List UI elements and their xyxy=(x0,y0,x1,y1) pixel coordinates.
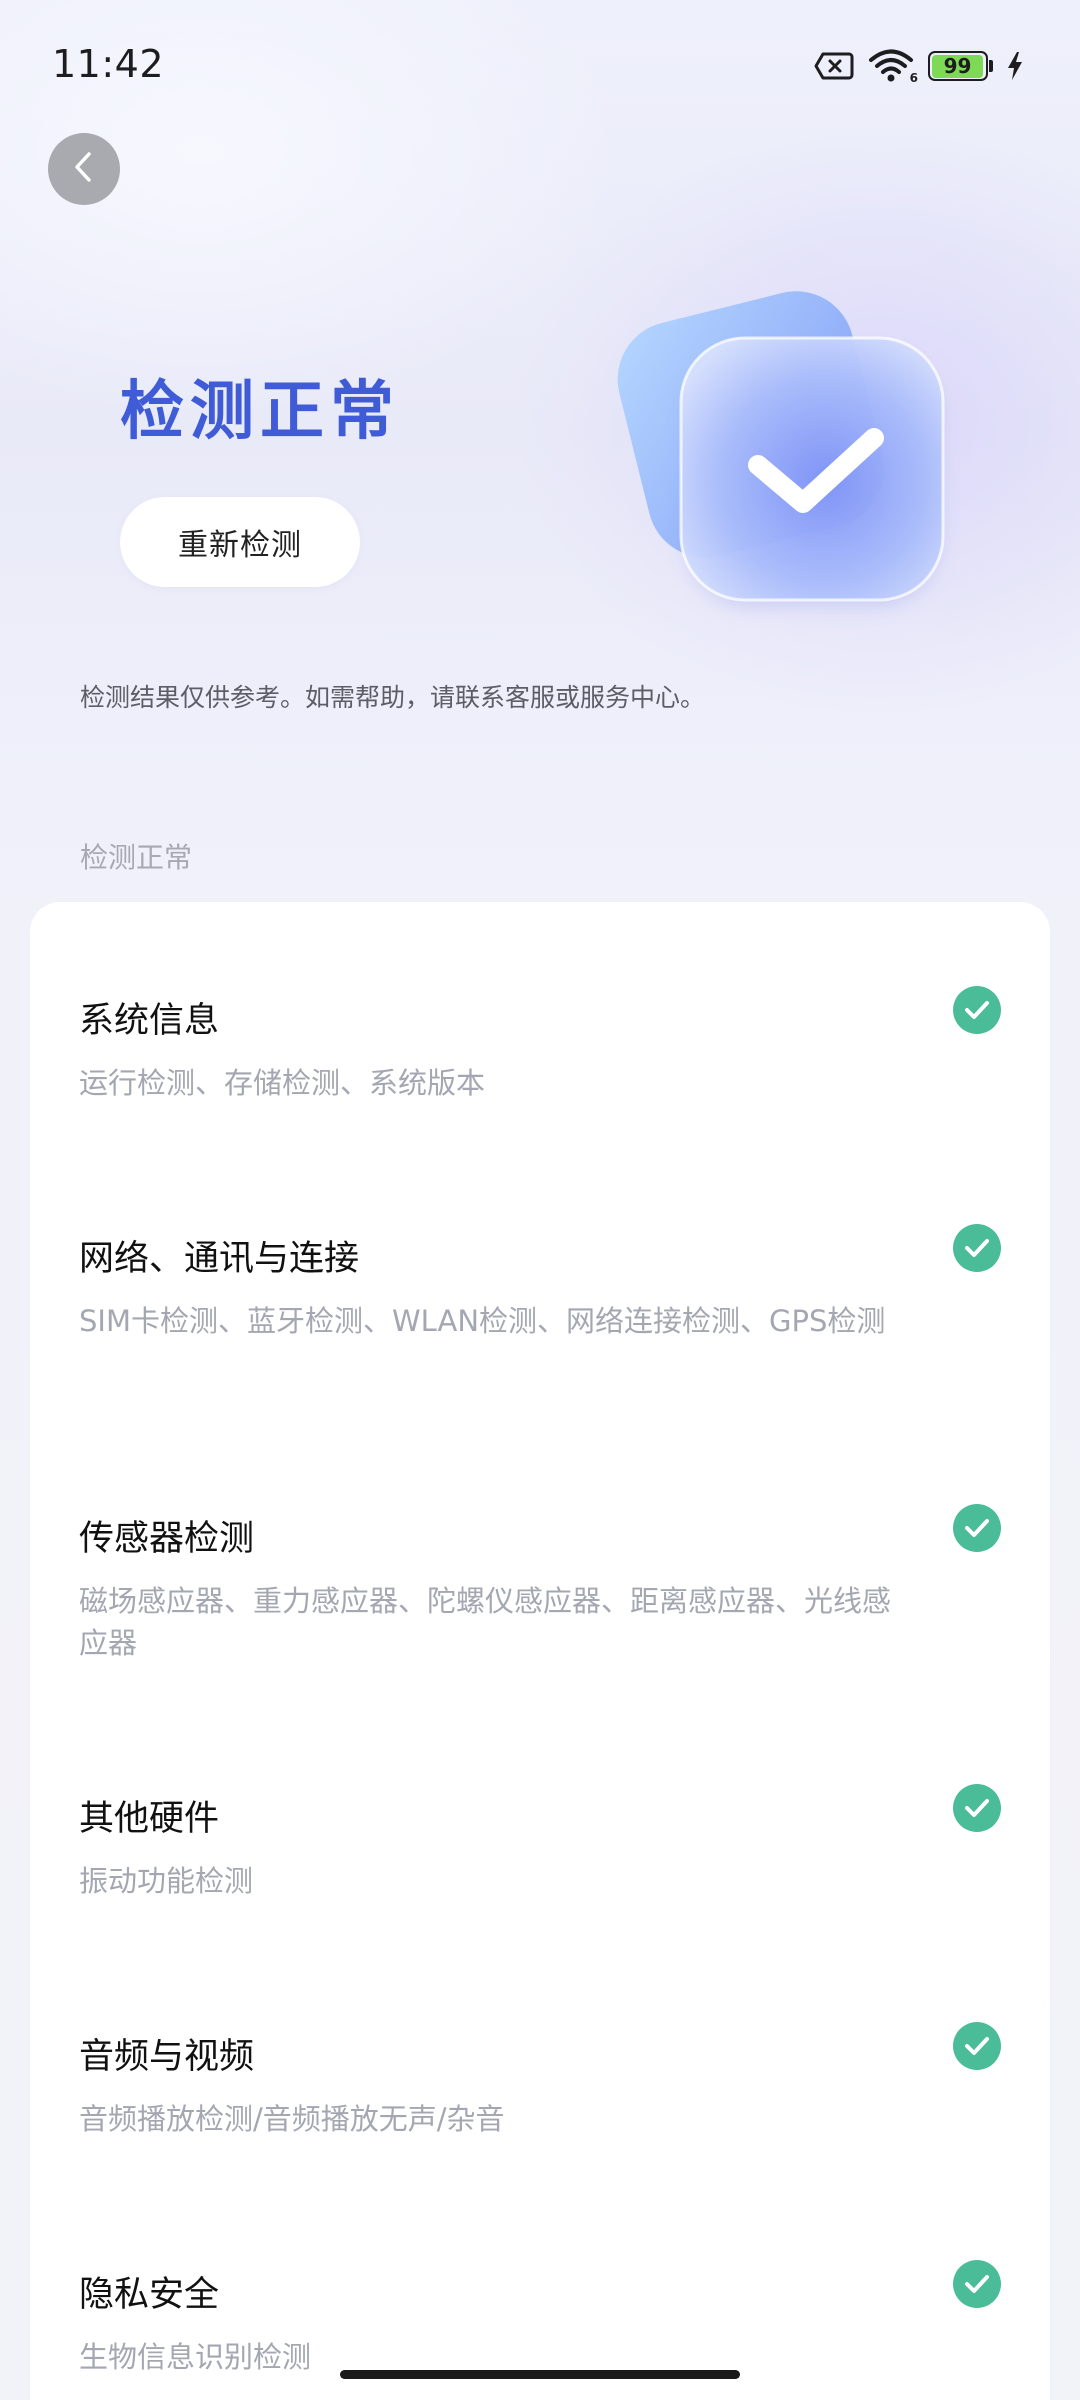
item-title: 音频与视频 xyxy=(79,2037,255,2077)
check-icon xyxy=(953,1504,1001,1552)
item-title: 其他硬件 xyxy=(79,1799,220,1839)
status-time: 11:42 xyxy=(52,42,165,86)
battery-icon: 99 xyxy=(928,51,993,81)
section-label: 检测正常 xyxy=(80,841,193,874)
status-icons: 6 99 xyxy=(814,46,1024,86)
item-description: 磁场感应器、重力感应器、陀螺仪感应器、距离感应器、光线感应器 xyxy=(79,1584,892,1660)
check-icon xyxy=(953,2022,1001,2070)
charging-bolt-icon xyxy=(1006,51,1024,81)
item-description: 运行检测、存储检测、系统版本 xyxy=(79,1066,486,1100)
item-description: 音频播放检测/音频播放无声/杂音 xyxy=(79,2102,505,2136)
status-bar: 11:42 6 99 xyxy=(0,0,1080,130)
item-title: 隐私安全 xyxy=(79,2275,220,2315)
battery-level: 99 xyxy=(943,54,972,78)
wifi-standard-label: 6 xyxy=(909,71,918,85)
item-description: SIM卡检测、蓝牙检测、WLAN检测、网络连接检测、GPS检测 xyxy=(79,1304,886,1338)
chevron-left-icon xyxy=(69,149,99,189)
check-icon xyxy=(953,1224,1001,1272)
item-title: 传感器检测 xyxy=(79,1519,255,1559)
recheck-button[interactable]: 重新检测 xyxy=(120,497,360,587)
check-icon xyxy=(953,1784,1001,1832)
check-badge-icon xyxy=(596,255,976,635)
item-description: 振动功能检测 xyxy=(79,1864,254,1898)
item-title: 系统信息 xyxy=(79,1001,220,1041)
disclaimer-text: 检测结果仅供参考。如需帮助，请联系客服或服务中心。 xyxy=(80,683,706,712)
item-title: 网络、通讯与连接 xyxy=(79,1239,360,1279)
back-button[interactable] xyxy=(48,133,120,205)
check-icon xyxy=(953,2260,1001,2308)
check-icon xyxy=(953,986,1001,1034)
page-title: 检测正常 xyxy=(120,375,400,449)
home-indicator[interactable] xyxy=(340,2370,740,2379)
sim-off-icon xyxy=(814,51,854,81)
wifi-icon: 6 xyxy=(868,49,918,85)
results-card: 系统信息 运行检测、存储检测、系统版本 网络、通讯与连接 SIM卡检测、蓝牙检测… xyxy=(30,902,1050,2400)
